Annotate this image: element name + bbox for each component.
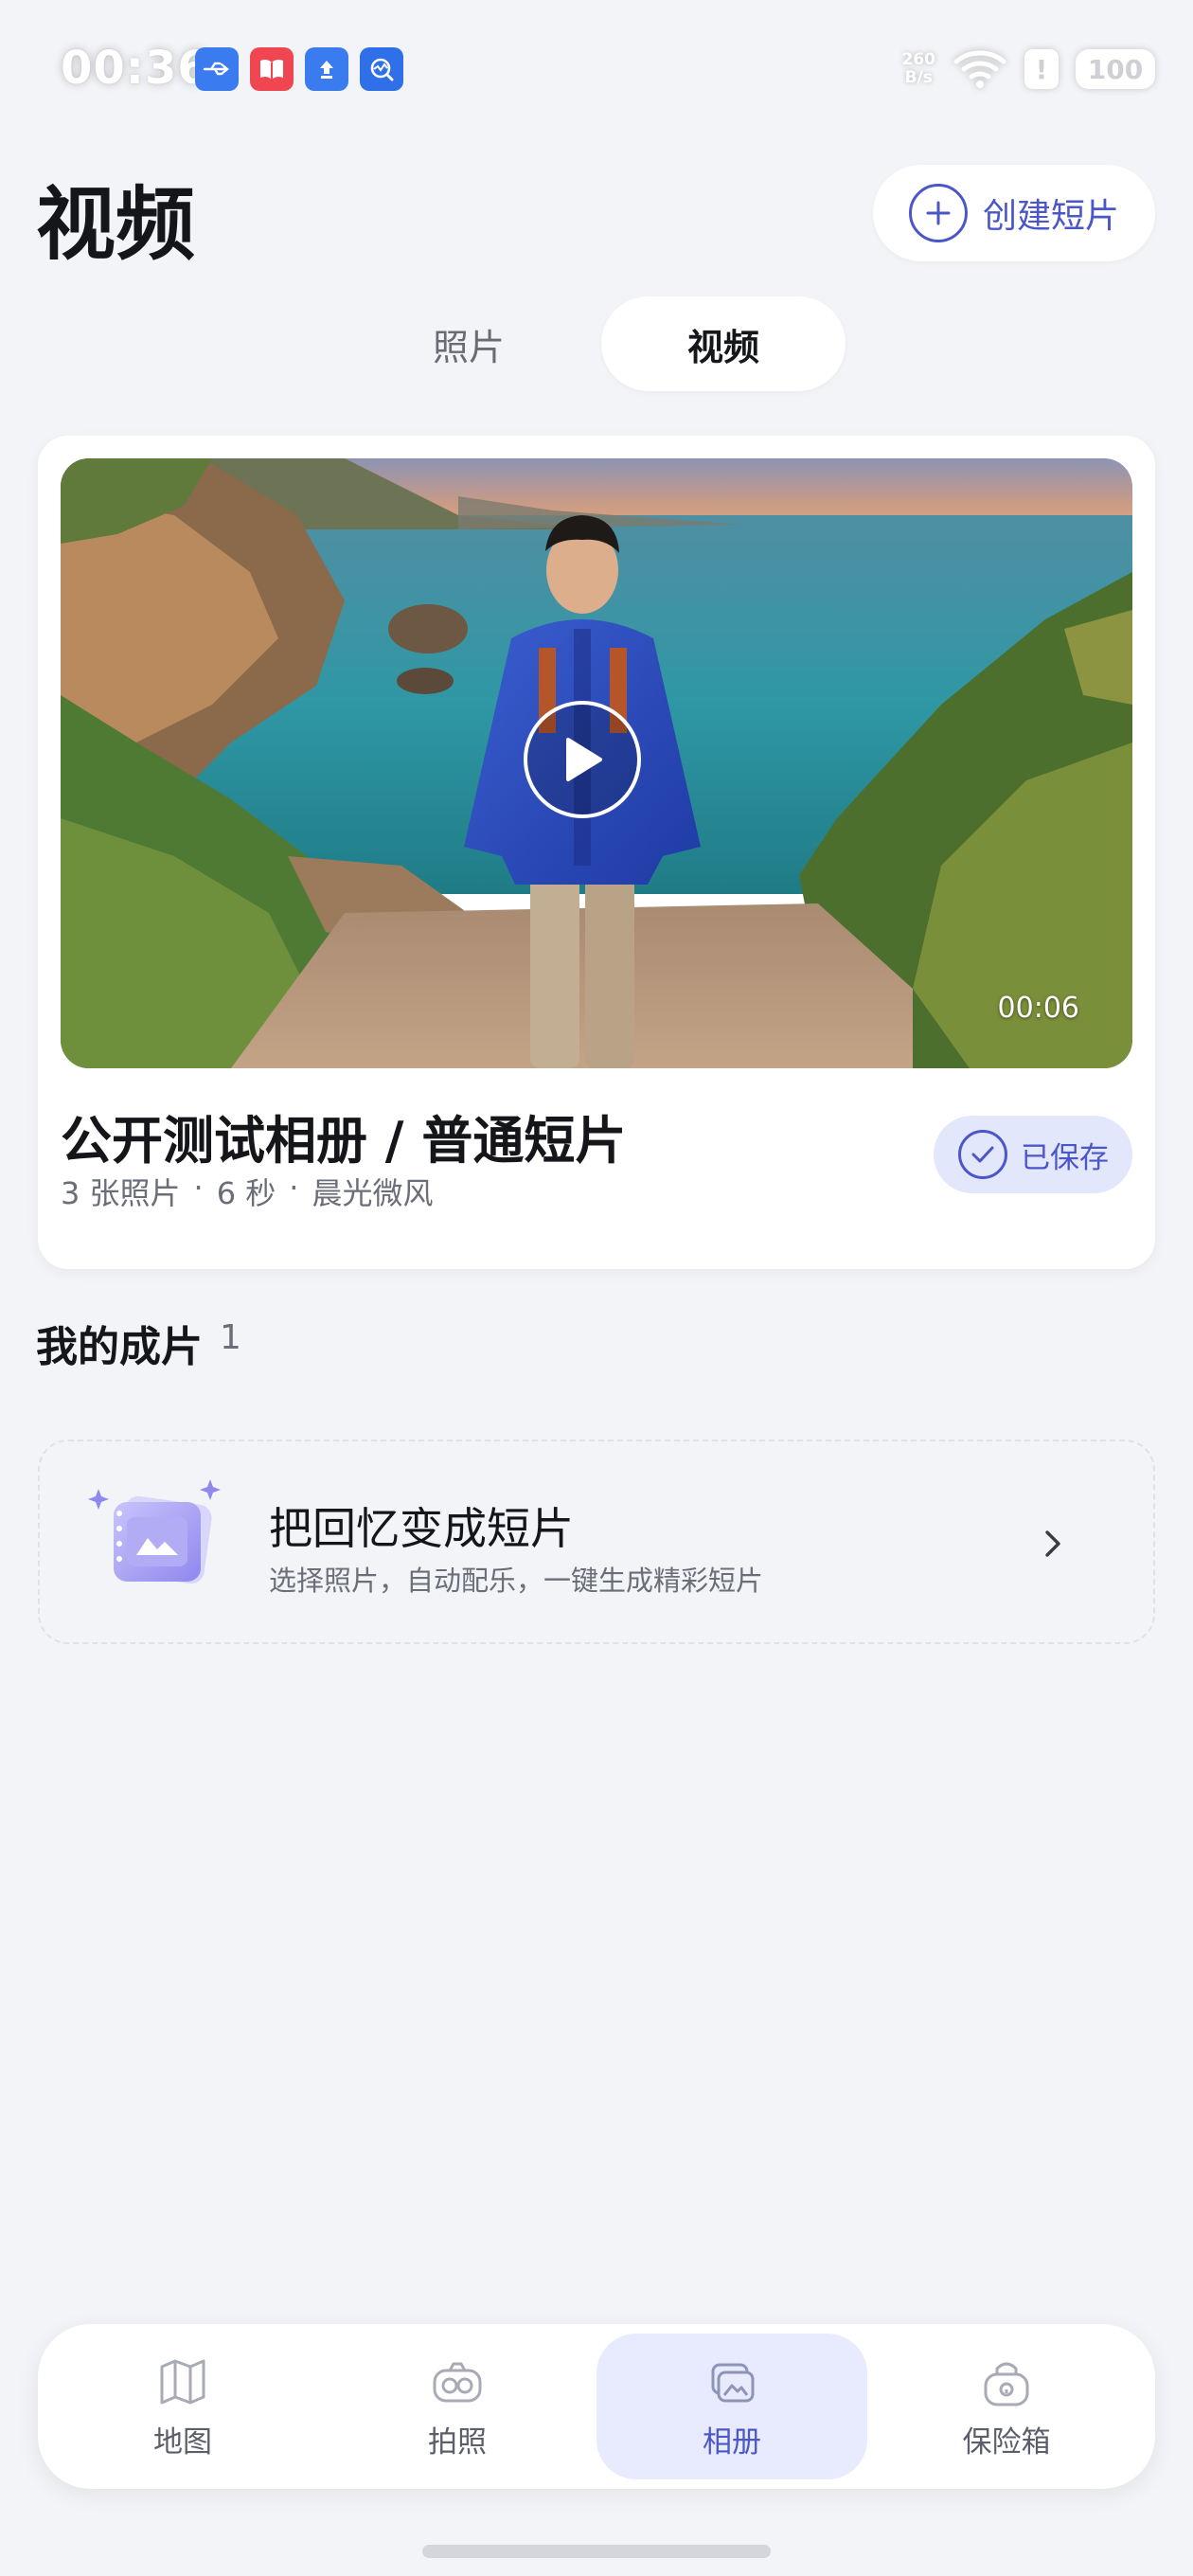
my-clips-count: 1 xyxy=(220,1318,241,1357)
promo-subtitle: 选择照片，自动配乐，一键生成精彩短片 xyxy=(269,1565,764,1597)
nav-label-camera: 拍照 xyxy=(428,2424,487,2460)
video-card[interactable]: 00:06 公开测试相册 / 普通短片 3 张照片 · 6 秒 · 晨光微风 已… xyxy=(38,436,1155,1269)
video-length: 6 秒 xyxy=(216,1175,276,1211)
tab-photos[interactable]: 照片 xyxy=(350,296,587,391)
page-title: 视频 xyxy=(36,178,196,271)
nav-item-safe[interactable]: 保险箱 xyxy=(871,2334,1142,2479)
my-clips-title: 我的成片 xyxy=(36,1323,203,1371)
clip-album-illustration-icon xyxy=(88,1479,221,1584)
create-clip-button[interactable]: 创建短片 xyxy=(873,165,1155,261)
video-meta: 3 张照片 · 6 秒 · 晨光微风 xyxy=(61,1170,433,1213)
saved-status-button[interactable]: 已保存 xyxy=(934,1116,1132,1193)
meta-separator: · xyxy=(289,1170,299,1206)
meta-separator: · xyxy=(193,1170,204,1206)
home-indicator[interactable] xyxy=(422,2545,771,2558)
nav-label-map: 地图 xyxy=(153,2424,212,2460)
nav-item-camera[interactable]: 拍照 xyxy=(322,2334,593,2479)
status-time: 00:36 xyxy=(61,42,210,95)
map-icon xyxy=(160,2359,205,2404)
video-title: 公开测试相册 / 普通短片 xyxy=(61,1111,627,1171)
play-button[interactable] xyxy=(524,701,641,818)
video-duration: 00:06 xyxy=(997,992,1079,1025)
safe-icon xyxy=(984,2362,1029,2406)
music-style: 晨光微风 xyxy=(312,1175,434,1211)
wifi-icon xyxy=(953,50,1006,88)
nav-label-safe: 保险箱 xyxy=(962,2424,1051,2460)
nav-label-album: 相册 xyxy=(703,2424,761,2460)
create-clip-label: 创建短片 xyxy=(983,197,1120,236)
status-bar: 00:36 260 B/s ! 100 xyxy=(0,0,1193,142)
network-speed: 260 B/s xyxy=(902,51,936,87)
make-clip-promo[interactable]: 把回忆变成短片 选择照片，自动配乐，一键生成精彩短片 xyxy=(38,1440,1155,1644)
usb-icon xyxy=(195,47,239,91)
battery-indicator: 100 xyxy=(1076,49,1155,89)
camera-icon xyxy=(433,2362,482,2402)
media-type-tabs: 照片 视频 xyxy=(350,296,846,391)
promo-title: 把回忆变成短片 xyxy=(269,1503,574,1554)
upload-app-icon xyxy=(305,47,348,91)
monitor-app-icon xyxy=(360,47,403,91)
chevron-right-icon xyxy=(1045,1530,1060,1557)
album-icon xyxy=(711,2363,755,2402)
plus-icon xyxy=(909,184,968,242)
video-thumbnail[interactable]: 00:06 xyxy=(61,458,1132,1068)
saved-label: 已保存 xyxy=(1021,1140,1109,1175)
bottom-navigation: 地图 拍照 相册 保险箱 xyxy=(38,2324,1155,2489)
tab-videos[interactable]: 视频 xyxy=(601,296,846,391)
network-speed-value: 260 xyxy=(901,50,936,69)
status-right-group: 260 B/s ! 100 xyxy=(902,44,1155,95)
book-app-icon xyxy=(250,47,294,91)
network-speed-unit: B/s xyxy=(904,68,933,87)
check-icon xyxy=(958,1130,1007,1179)
alert-icon: ! xyxy=(1024,49,1059,89)
nav-item-map[interactable]: 地图 xyxy=(47,2334,318,2479)
play-icon xyxy=(566,738,602,781)
album-videos-page: 00:36 260 B/s ! 100 视频 创建短片 照片 视频 00:06 … xyxy=(0,0,1193,2576)
photo-count: 3 张照片 xyxy=(61,1175,181,1211)
nav-item-album[interactable]: 相册 xyxy=(596,2334,867,2479)
